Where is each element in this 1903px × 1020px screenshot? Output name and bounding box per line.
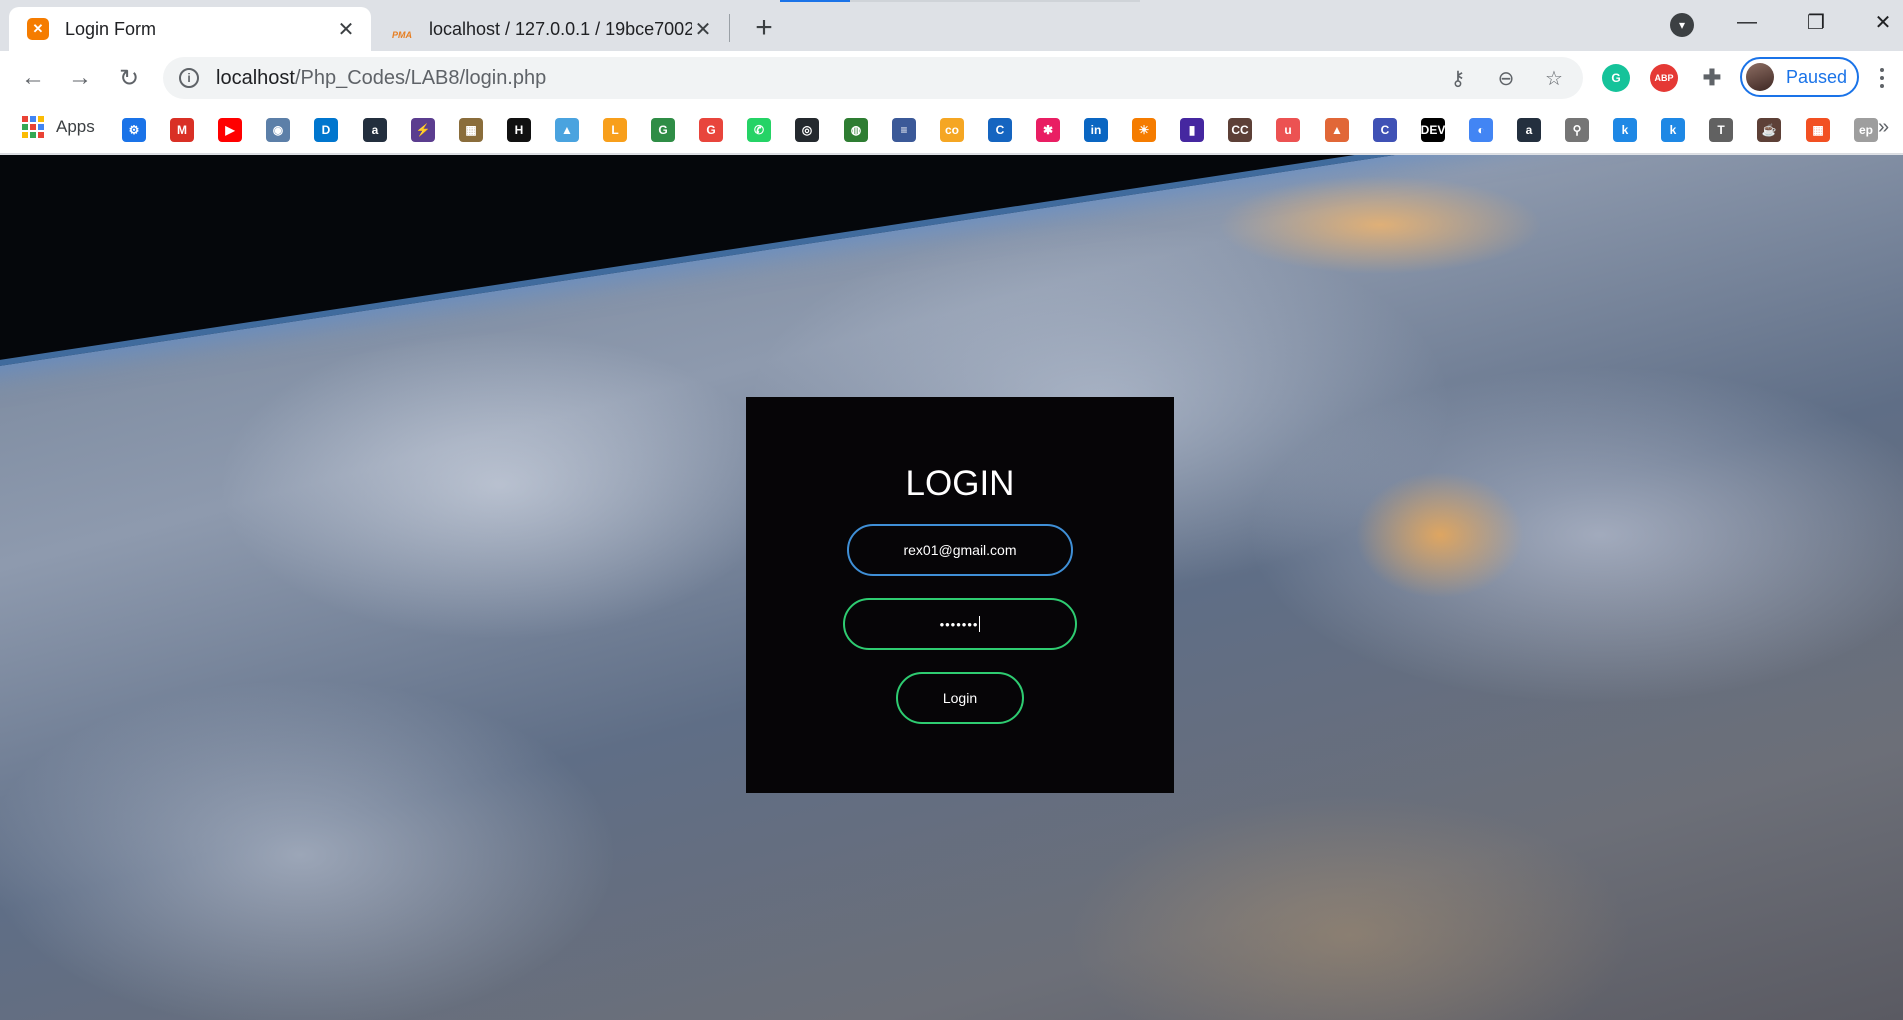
codechef-c-icon[interactable]: C [988, 118, 1012, 142]
grammarly-g-icon[interactable]: G [699, 118, 723, 142]
tab-title: localhost / 127.0.0.1 / 19bce7002 [429, 18, 692, 39]
site-info-icon[interactable]: i [179, 68, 199, 88]
window-close-icon[interactable]: ✕ [1863, 6, 1903, 38]
apps-grid-icon [22, 116, 44, 138]
profile-button[interactable]: Paused [1740, 57, 1859, 97]
earth-horizon [0, 155, 1903, 375]
grammarly-icon[interactable]: G [1602, 64, 1630, 92]
cc-icon[interactable]: CC [1228, 118, 1252, 142]
tab-strip: ✕ Login Form ✕ PMA localhost / 127.0.0.1… [0, 0, 1903, 51]
sun-icon[interactable]: ☀ [1132, 118, 1156, 142]
youtube-icon[interactable]: ▶ [218, 118, 242, 142]
gmail-icon[interactable]: M [170, 118, 194, 142]
tab-search-icon[interactable]: ▾ [1670, 13, 1694, 37]
geeksforgeeks-icon[interactable]: G [651, 118, 675, 142]
more-bookmarks-icon[interactable]: » [1878, 116, 1889, 139]
tab-phpmyadmin[interactable]: PMA localhost / 127.0.0.1 / 19bce7002 ✕ [373, 7, 728, 51]
url-text[interactable]: localhost/Php_Codes/LAB8/login.php [216, 67, 546, 90]
tab-loading-bar [780, 0, 1140, 2]
avatar [1746, 63, 1774, 91]
dell-icon[interactable]: D [314, 118, 338, 142]
co-icon[interactable]: co [940, 118, 964, 142]
asterisk-icon[interactable]: ✱ [1036, 118, 1060, 142]
matlab-icon[interactable]: ▲ [1325, 118, 1349, 142]
pyramid-icon[interactable]: ▲ [555, 118, 579, 142]
bolt-icon[interactable]: ⚡ [411, 118, 435, 142]
udemy-icon[interactable]: u [1276, 118, 1300, 142]
key-icon[interactable]: ⚷ [1445, 66, 1471, 90]
google-meet-icon[interactable]: ◐ [1469, 118, 1493, 142]
back-icon[interactable]: ← [16, 61, 50, 95]
page-background: LOGIN rex01@gmail.com ••••••• Login [0, 155, 1903, 1020]
amazon-2-icon[interactable]: a [1517, 118, 1541, 142]
password-value: ••••••• [939, 616, 979, 632]
xampp-icon: ✕ [27, 18, 49, 40]
tab-separator [729, 14, 730, 42]
password-input[interactable]: ••••••• [843, 598, 1077, 650]
adblock-plus-icon[interactable]: ABP [1650, 64, 1678, 92]
github-icon[interactable]: ◎ [795, 118, 819, 142]
extensions-puzzle-icon[interactable]: ✚ [1698, 64, 1726, 92]
whatsapp-icon[interactable]: ✆ [747, 118, 771, 142]
apps-shortcut[interactable]: Apps [22, 116, 95, 138]
login-button[interactable]: Login [896, 672, 1024, 724]
vit-icon[interactable]: ◉ [266, 118, 290, 142]
leetcode-icon[interactable]: L [603, 118, 627, 142]
reload-icon[interactable]: ↻ [112, 61, 146, 95]
stack-icon[interactable]: ≡ [892, 118, 916, 142]
tab-login-form[interactable]: ✕ Login Form ✕ [9, 7, 371, 51]
microsoft-icon[interactable]: ▦ [1806, 118, 1830, 142]
chart-icon[interactable]: ▮ [1180, 118, 1204, 142]
restore-icon[interactable]: ❐ [1796, 6, 1836, 38]
loading-indicator [780, 0, 850, 2]
java-icon[interactable]: ☕ [1757, 118, 1781, 142]
linkedin-icon[interactable]: in [1084, 118, 1108, 142]
new-tab-icon[interactable]: + [748, 11, 780, 44]
image-icon[interactable]: ▦ [459, 118, 483, 142]
browser-toolbar: ← → ↻ i localhost/Php_Codes/LAB8/login.p… [0, 51, 1903, 104]
k-2-icon[interactable]: k [1661, 118, 1685, 142]
ep-icon[interactable]: ep [1854, 118, 1878, 142]
email-input[interactable]: rex01@gmail.com [847, 524, 1073, 576]
login-card: LOGIN rex01@gmail.com ••••••• Login [746, 397, 1174, 793]
coursera-icon[interactable]: ◍ [844, 118, 868, 142]
tab-title: Login Form [65, 18, 157, 39]
star-icon[interactable]: ☆ [1541, 66, 1567, 90]
bookmarks-bar: Apps ⚙ M ▶ ◉ Da ⚡ ▦ H ▲ L G G ✆ ◎ ◍ ≡ co C ✱ in ☀ ▮ CC u ▲ C DEV ◐ a… [0, 104, 1903, 154]
codechef-icon[interactable]: C [1373, 118, 1397, 142]
dev-icon[interactable]: DEV [1421, 118, 1445, 142]
apps-label: Apps [56, 117, 95, 136]
url-path: /Php_Codes/LAB8/login.php [294, 66, 547, 89]
close-tab-icon[interactable]: ✕ [692, 18, 714, 41]
close-tab-icon[interactable]: ✕ [335, 18, 357, 41]
address-bar[interactable]: i localhost/Php_Codes/LAB8/login.php ⚷ ⊖… [163, 57, 1583, 99]
settings-icon[interactable]: ⚙ [122, 118, 146, 142]
forward-icon[interactable]: → [63, 61, 97, 95]
amazon-icon[interactable]: a [363, 118, 387, 142]
profile-status: Paused [1786, 66, 1848, 87]
text-caret [979, 616, 981, 632]
minimize-icon[interactable]: — [1727, 6, 1767, 38]
chrome-menu-icon[interactable] [1876, 63, 1888, 93]
k-icon[interactable]: k [1613, 118, 1637, 142]
url-host: localhost [216, 66, 295, 89]
t-icon[interactable]: T [1709, 118, 1733, 142]
login-heading: LOGIN [905, 464, 1015, 503]
search-icon[interactable]: ⚲ [1565, 118, 1589, 142]
pma-icon: PMA [392, 30, 412, 40]
email-value: rex01@gmail.com [903, 542, 1017, 558]
zoom-out-icon[interactable]: ⊖ [1493, 66, 1519, 90]
hackerearth-icon[interactable]: H [507, 118, 531, 142]
